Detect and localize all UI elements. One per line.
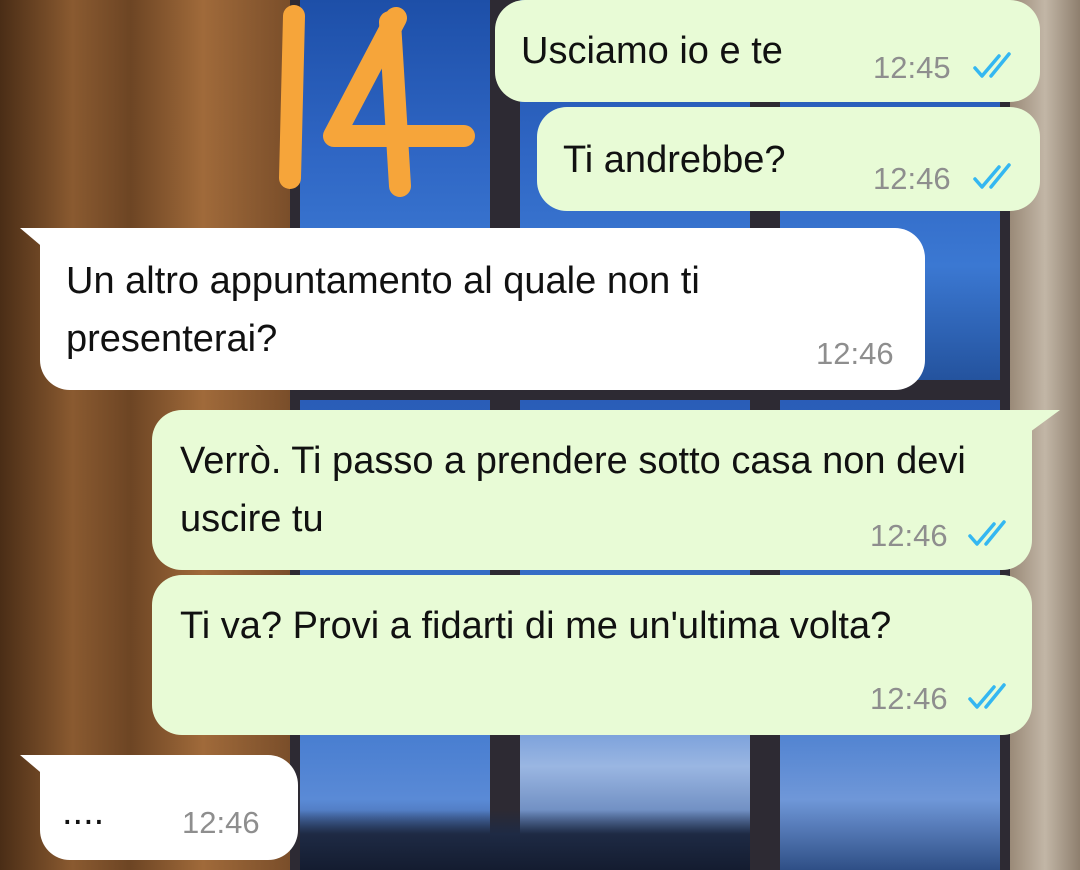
message-time: 12:46 [870,681,948,716]
message-bubble-outgoing[interactable]: Ti andrebbe? 12:46 [537,107,1040,211]
wallpaper-city-skyline [300,810,750,870]
message-text: Usciamo io e te [521,30,783,72]
message-time: 12:46 [873,161,951,196]
message-time: 12:46 [870,518,948,553]
read-double-tick-icon [973,52,1011,78]
message-bubble-incoming[interactable]: .... 12:46 [40,755,298,860]
read-double-tick-icon [973,163,1011,189]
message-text: Ti andrebbe? [563,139,786,181]
read-double-tick-icon [968,683,1006,709]
message-bubble-outgoing[interactable]: Verrò. Ti passo a prendere sotto casa no… [152,410,1032,570]
message-time: 12:46 [816,336,894,371]
message-bubble-incoming[interactable]: Un altro appuntamento al quale non ti pr… [40,228,925,390]
message-time: 12:46 [182,805,260,840]
message-text: .... [62,791,105,833]
message-text: Ti va? Provi a fidarti di me un'ultima v… [180,605,892,647]
message-bubble-outgoing[interactable]: Usciamo io e te 12:45 [495,0,1040,102]
message-text: Un altro appuntamento al quale non ti pr… [66,260,700,360]
read-double-tick-icon [968,520,1006,546]
message-bubble-outgoing[interactable]: Ti va? Provi a fidarti di me un'ultima v… [152,575,1032,735]
chat-screen: Usciamo io e te 12:45 Ti andrebbe? 12:46… [0,0,1080,870]
bubble-tail [1030,410,1060,432]
message-time: 12:45 [873,50,951,85]
handwritten-14-sticker [279,5,475,197]
